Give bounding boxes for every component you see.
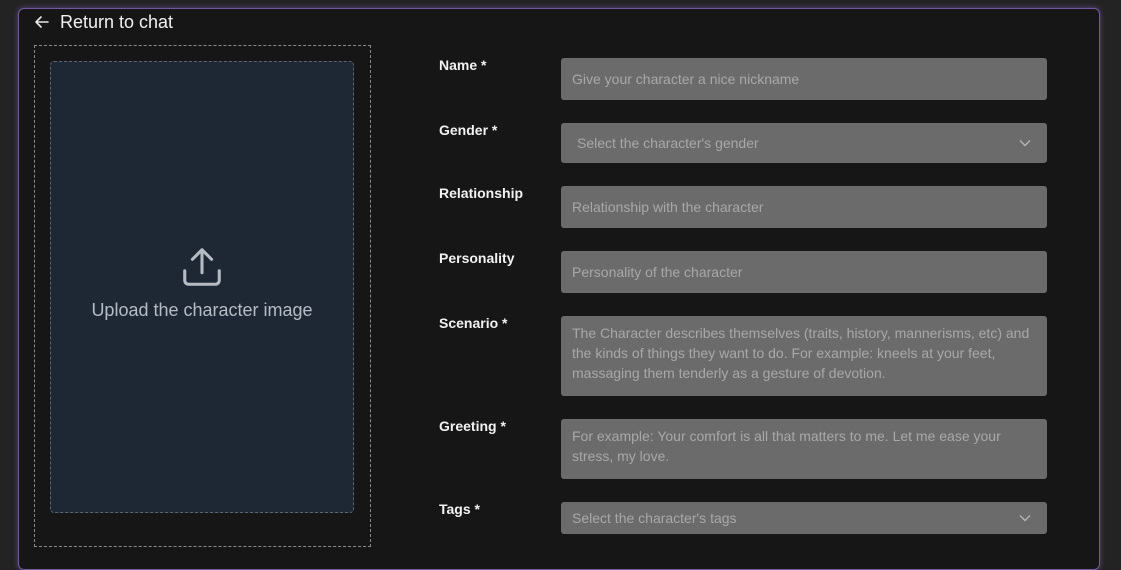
name-input[interactable]: Give your character a nice nickname	[561, 58, 1047, 100]
upload-icon	[183, 247, 221, 286]
gender-select[interactable]: Select the character's gender	[561, 123, 1047, 163]
return-to-chat-label: Return to chat	[60, 11, 174, 32]
gender-select-value: Select the character's gender	[577, 135, 759, 151]
personality-label: Personality	[439, 250, 515, 266]
upload-image-dropzone[interactable]: Upload the character image	[50, 61, 354, 513]
relationship-input[interactable]: Relationship with the character	[561, 186, 1047, 228]
gender-label: Gender *	[439, 122, 498, 138]
scenario-textarea[interactable]: The Character describes themselves (trai…	[561, 316, 1047, 396]
tags-select-value: Select the character's tags	[572, 510, 737, 526]
scenario-label: Scenario *	[439, 315, 508, 331]
tags-label: Tags *	[439, 501, 480, 517]
arrow-left-icon	[35, 16, 49, 28]
greeting-label: Greeting *	[439, 418, 506, 434]
greeting-textarea[interactable]: For example: Your comfort is all that ma…	[561, 419, 1047, 479]
personality-input[interactable]: Personality of the character	[561, 251, 1047, 293]
return-to-chat-button[interactable]: Return to chat	[34, 10, 173, 34]
relationship-label: Relationship	[439, 185, 524, 201]
chevron-down-icon	[1019, 515, 1031, 522]
upload-label: Upload the character image	[91, 299, 313, 320]
name-label: Name *	[439, 57, 487, 73]
chevron-down-icon	[1019, 140, 1031, 147]
tags-select[interactable]: Select the character's tags	[561, 502, 1047, 534]
